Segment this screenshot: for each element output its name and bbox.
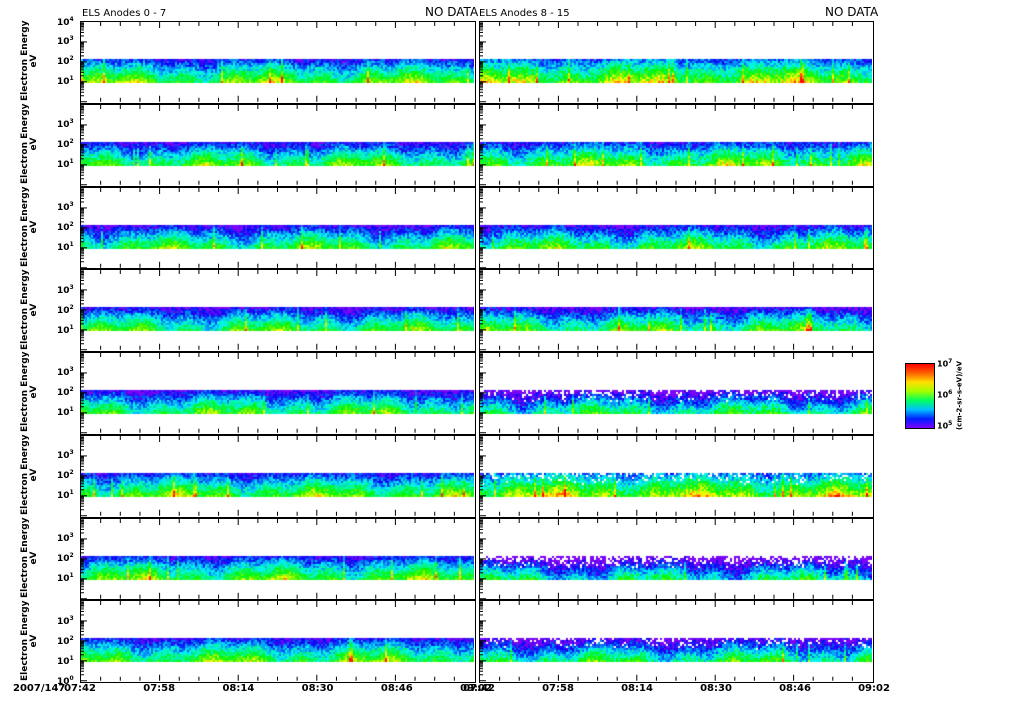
colorbar-tick-label: 107 bbox=[937, 358, 953, 369]
y-tick-label: 103 bbox=[57, 366, 74, 379]
spectrogram-panel-anode-6 bbox=[80, 517, 476, 601]
axis-ticks bbox=[480, 187, 853, 268]
y-axis-label: Electron Energy eV bbox=[20, 352, 39, 433]
axis-ticks bbox=[480, 353, 853, 434]
y-tick-label: 101 bbox=[57, 240, 74, 253]
x-tick-label: 07:58 bbox=[143, 683, 176, 694]
y-axis-unit: eV bbox=[29, 54, 39, 68]
y-tick-label: 103 bbox=[57, 283, 74, 296]
colorbar-tick-label: 106 bbox=[937, 389, 953, 400]
axis-ticks bbox=[81, 601, 455, 682]
axis-ticks bbox=[480, 22, 853, 103]
axis-ticks bbox=[81, 518, 455, 599]
x-tick-label: 08:30 bbox=[700, 683, 732, 694]
y-axis-unit: eV bbox=[29, 468, 39, 482]
y-tick-label: 103 bbox=[57, 531, 74, 544]
y-tick-label: 102 bbox=[57, 551, 74, 564]
y-tick-label: 101 bbox=[57, 571, 74, 584]
y-tick-label: 103 bbox=[57, 614, 74, 627]
y-tick-label: 104 bbox=[57, 15, 74, 28]
y-tick-label: 101 bbox=[57, 158, 74, 171]
x-tick-label: 08:46 bbox=[380, 683, 413, 694]
axis-ticks bbox=[480, 270, 853, 351]
x-tick-label: 08:30 bbox=[301, 683, 334, 694]
y-tick-label: 101 bbox=[57, 489, 74, 502]
x-tick-label: 08:14 bbox=[621, 683, 653, 694]
y-tick-label: 102 bbox=[57, 634, 74, 647]
y-tick-label: 102 bbox=[57, 220, 74, 233]
y-axis-label: Electron Energy eV bbox=[20, 186, 39, 267]
y-tick-label: 102 bbox=[57, 386, 74, 399]
axis-ticks bbox=[81, 435, 455, 516]
y-tick-label: 102 bbox=[57, 469, 74, 482]
spectrogram-panel-anode-3 bbox=[80, 269, 476, 352]
spectrogram-panel-anode-12 bbox=[479, 352, 874, 435]
spectrogram-panel-anode-11 bbox=[479, 269, 874, 352]
els-spectrogram-figure: ELS Anodes 0 - 7 NO DATA ELS Anodes 8 - … bbox=[0, 0, 1024, 708]
y-tick-label: 103 bbox=[57, 449, 74, 462]
spectrogram-panel-anode-8 bbox=[479, 21, 874, 104]
y-tick-label: 101 bbox=[57, 406, 74, 419]
x-tick-label: 07:42 bbox=[463, 683, 495, 694]
x-tick-label: 08:46 bbox=[779, 683, 811, 694]
axis-ticks bbox=[480, 518, 853, 599]
y-tick-label: 101 bbox=[57, 75, 74, 88]
axis-ticks bbox=[480, 601, 853, 682]
spectrogram-panel-anode-14 bbox=[479, 517, 874, 601]
y-axis-label: Electron Energy eV bbox=[20, 600, 39, 681]
spectrogram-panel-anode-1 bbox=[80, 103, 476, 187]
left-status: NO DATA bbox=[425, 5, 479, 19]
spectrogram-panel-anode-15 bbox=[479, 600, 874, 683]
y-tick-label: 102 bbox=[57, 303, 74, 316]
colorbar bbox=[905, 363, 935, 429]
y-tick-label: 101 bbox=[57, 654, 74, 667]
y-tick-label: 102 bbox=[57, 55, 74, 68]
axis-ticks bbox=[81, 270, 455, 351]
spectrogram-panel-anode-0 bbox=[80, 21, 476, 104]
axis-ticks bbox=[81, 187, 455, 268]
y-axis-unit: eV bbox=[29, 634, 39, 648]
spectrogram-panel-anode-4 bbox=[80, 352, 476, 435]
spectrogram-panel-anode-2 bbox=[80, 186, 476, 270]
colorbar-tick-label: 105 bbox=[937, 420, 953, 431]
colorbar-label: (cm-2-sr-s-eV)/eV bbox=[955, 361, 964, 431]
y-axis-unit: eV bbox=[29, 220, 39, 234]
axis-ticks bbox=[81, 104, 455, 185]
y-axis-unit: eV bbox=[29, 551, 39, 565]
y-axis-label: Electron Energy eV bbox=[20, 21, 39, 102]
x-tick-label: 07:58 bbox=[542, 683, 574, 694]
y-axis-unit: eV bbox=[29, 137, 39, 151]
spectrogram-panel-anode-13 bbox=[479, 434, 874, 518]
y-axis-label: Electron Energy eV bbox=[20, 435, 39, 516]
spectrogram-panel-anode-10 bbox=[479, 186, 874, 270]
y-axis-label: Electron Energy eV bbox=[20, 517, 39, 598]
y-tick-label: 102 bbox=[57, 138, 74, 151]
spectrogram-panel-anode-9 bbox=[479, 103, 874, 187]
right-title: ELS Anodes 8 - 15 bbox=[479, 8, 570, 19]
y-tick-label: 103 bbox=[57, 200, 74, 213]
axis-ticks bbox=[480, 104, 853, 185]
right-status: NO DATA bbox=[825, 5, 879, 19]
spectrogram-panel-anode-7 bbox=[80, 600, 476, 683]
axis-ticks bbox=[81, 22, 455, 103]
y-axis-unit: eV bbox=[29, 385, 39, 399]
y-axis-label: Electron Energy eV bbox=[20, 104, 39, 185]
x-tick-label: 08:14 bbox=[222, 683, 255, 694]
spectrogram-panel-anode-5 bbox=[80, 434, 476, 518]
left-title: ELS Anodes 0 - 7 bbox=[82, 8, 167, 19]
x-tick-label: 09:02 bbox=[858, 683, 890, 694]
y-axis-label: Electron Energy eV bbox=[20, 269, 39, 350]
y-axis-unit: eV bbox=[29, 303, 39, 317]
y-tick-label: 103 bbox=[57, 118, 74, 131]
axis-ticks bbox=[81, 353, 455, 434]
y-tick-label: 103 bbox=[57, 35, 74, 48]
x-tick-label: 07:42 bbox=[64, 683, 96, 694]
y-tick-label: 101 bbox=[57, 323, 74, 336]
axis-ticks bbox=[480, 435, 853, 516]
